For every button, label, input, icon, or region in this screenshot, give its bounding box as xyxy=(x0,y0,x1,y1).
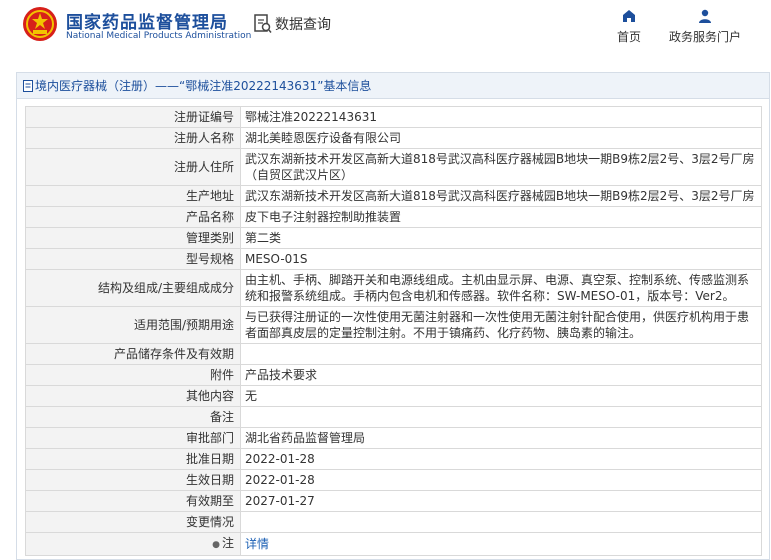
table-row: 管理类别 第二类 xyxy=(25,227,762,249)
data-query-icon xyxy=(254,14,272,33)
row-label-note: ● 注 xyxy=(25,532,241,556)
nav-portal-label: 政务服务门户 xyxy=(668,30,741,44)
row-value xyxy=(240,406,762,428)
row-label: 管理类别 xyxy=(25,227,241,249)
table-row: 有效期至 2027-01-27 xyxy=(25,490,762,512)
row-label: 生产地址 xyxy=(25,185,241,207)
row-label: 产品储存条件及有效期 xyxy=(25,343,241,365)
row-label: 注册证编号 xyxy=(25,106,241,128)
info-table: 注册证编号 鄂械注准20222143631 注册人名称 湖北美睦恩医疗设备有限公司 注册… xyxy=(25,106,762,556)
row-value: 湖北美睦恩医疗设备有限公司 xyxy=(240,127,762,149)
row-label: 注册人住所 xyxy=(25,148,241,186)
row-label: 有效期至 xyxy=(25,490,241,512)
data-query-link[interactable]: 数据查询 xyxy=(275,14,331,34)
document-icon xyxy=(23,80,33,92)
table-row: 生产地址 武汉东湖新技术开发区高新大道818号武汉高科医疗器械园B地块一期B9栋2… xyxy=(25,185,762,207)
row-label: 结构及组成/主要组成成分 xyxy=(25,269,241,307)
table-row: 变更情况 xyxy=(25,511,762,533)
table-row: 产品储存条件及有效期 xyxy=(25,343,762,365)
home-icon xyxy=(623,10,635,22)
panel-title-text: 境内医疗器械（注册）——“鄂械注准20222143631”基本信息 xyxy=(35,79,372,93)
nav-home-label: 首页 xyxy=(616,30,641,44)
user-icon xyxy=(699,9,711,23)
table-row-note: ● 注详情 xyxy=(25,532,762,556)
row-value-note: 详情 xyxy=(240,532,762,556)
row-value: MESO-01S xyxy=(240,248,762,270)
row-label: 产品名称 xyxy=(25,206,241,228)
row-value: 无 xyxy=(240,385,762,407)
row-label: 附件 xyxy=(25,364,241,386)
table-row: 备注 xyxy=(25,406,762,428)
row-value xyxy=(240,511,762,533)
row-label: 变更情况 xyxy=(25,511,241,533)
site-name-en: National Medical Products Administration xyxy=(66,31,252,41)
row-value: 2027-01-27 xyxy=(240,490,762,512)
table-row: 附件 产品技术要求 xyxy=(25,364,762,386)
row-value xyxy=(240,343,762,365)
row-value: 产品技术要求 xyxy=(240,364,762,386)
row-value: 2022-01-28 xyxy=(240,469,762,491)
row-label: 生效日期 xyxy=(25,469,241,491)
table-row: 其他内容无 xyxy=(25,385,762,407)
row-value: 武汉东湖新技术开发区高新大道818号武汉高科医疗器械园B地块一期B9栋2层2号、… xyxy=(240,148,762,186)
table-row: 注册人名称 湖北美睦恩医疗设备有限公司 xyxy=(25,127,762,149)
table-row: 注册证编号 鄂械注准20222143631 xyxy=(25,106,762,128)
row-label: 批准日期 xyxy=(25,448,241,470)
row-value: 与已获得注册证的一次性使用无菌注射器和一次性使用无菌注射针配合使用，供医疗机构用… xyxy=(240,306,762,344)
site-header: 国家药品监督管理局 National Medical Products Admi… xyxy=(0,0,771,60)
site-name-cn: 国家药品监督管理局 xyxy=(66,13,228,33)
row-value: 皮下电子注射器控制助推装置 xyxy=(240,206,762,228)
row-value: 第二类 xyxy=(240,227,762,249)
table-row: 注册人住所 武汉东湖新技术开发区高新大道818号武汉高科医疗器械园B地块一期B9栋… xyxy=(25,148,762,186)
row-value: 武汉东湖新技术开发区高新大道818号武汉高科医疗器械园B地块一期B9栋2层2号、… xyxy=(240,185,762,207)
table-row: 结构及组成/主要组成成分 由主机、手柄、脚踏开关和电源线组成。主机由显示屏、电源、… xyxy=(25,269,762,307)
table-row: 批准日期 2022-01-28 xyxy=(25,448,762,470)
detail-panel: 境内医疗器械（注册）——“鄂械注准20222143631”基本信息 注册证编号鄂… xyxy=(16,72,770,560)
nav-service-portal[interactable]: 政务服务门户 xyxy=(662,8,748,45)
row-label: 型号规格 xyxy=(25,248,241,270)
note-pin-icon: ● xyxy=(212,540,220,550)
details-link[interactable]: 详情 xyxy=(245,537,269,551)
table-row: 型号规格 MESO-01S xyxy=(25,248,762,270)
row-label: 适用范围/预期用途 xyxy=(25,306,241,344)
table-row: 产品名称 皮下电子注射器控制助推装置 xyxy=(25,206,762,228)
row-label: 其他内容 xyxy=(25,385,241,407)
row-value: 由主机、手柄、脚踏开关和电源线组成。主机由显示屏、电源、真空泵、控制系统、传感监… xyxy=(240,269,762,307)
nav-home[interactable]: 首页 xyxy=(612,8,646,45)
note-label-text: 注 xyxy=(221,536,234,550)
row-value: 湖北省药品监督管理局 xyxy=(240,427,762,449)
table-row: 审批部门 湖北省药品监督管理局 xyxy=(25,427,762,449)
row-value: 2022-01-28 xyxy=(240,448,762,470)
table-row: 适用范围/预期用途 与已获得注册证的一次性使用无菌注射器和一次性使用无菌注射针配合… xyxy=(25,306,762,344)
row-value: 鄂械注准20222143631 xyxy=(240,106,762,128)
table-row: 生效日期 2022-01-28 xyxy=(25,469,762,491)
row-label: 备注 xyxy=(25,406,241,428)
row-label: 注册人名称 xyxy=(25,127,241,149)
national-emblem-icon xyxy=(23,7,57,41)
row-label: 审批部门 xyxy=(25,427,241,449)
panel-title: 境内医疗器械（注册）——“鄂械注准20222143631”基本信息 xyxy=(17,73,769,99)
